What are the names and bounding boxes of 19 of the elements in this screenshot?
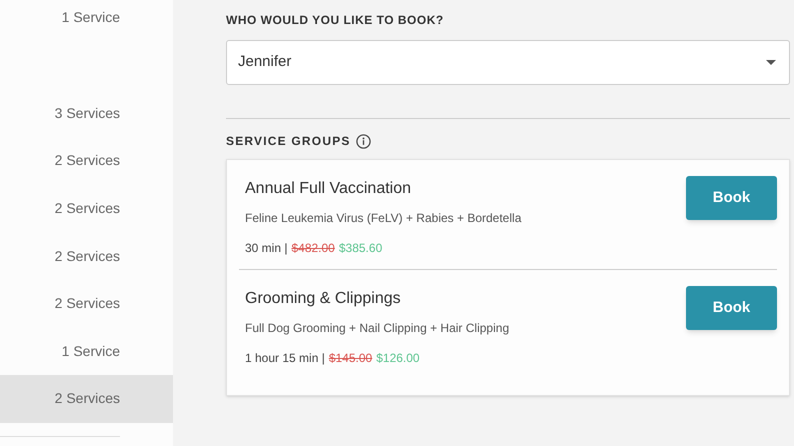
sidebar-item[interactable]: 2 Services <box>0 375 173 423</box>
person-select[interactable]: Jennifer <box>226 40 790 85</box>
select-value: Jennifer <box>238 52 292 72</box>
duration: 30 min | <box>245 240 288 257</box>
discount-price: $385.60 <box>338 240 382 257</box>
group-services: Feline Leukemia Virus (FeLV) + Rabies + Bordetella <box>245 210 522 227</box>
book-button[interactable]: Book <box>686 286 777 330</box>
info-icon[interactable] <box>356 134 371 148</box>
group-title: Grooming & Clippings <box>245 289 402 309</box>
field-label: WHO WOULD YOU LIKE TO BOOK? <box>226 12 445 29</box>
book-button[interactable]: Book <box>686 176 777 220</box>
section-heading: SERVICE GROUPS <box>226 133 351 150</box>
duration: 1 hour 15 min | <box>245 350 325 367</box>
original-price: $482.00 <box>291 240 335 257</box>
group-services: Full Dog Grooming + Nail Clipping + Hair Clipping <box>245 320 510 337</box>
group-title: Annual Full Vaccination <box>245 179 412 199</box>
caret-icon <box>766 60 776 65</box>
discount-price: $126.00 <box>376 350 420 367</box>
original-price: $145.00 <box>328 350 372 367</box>
